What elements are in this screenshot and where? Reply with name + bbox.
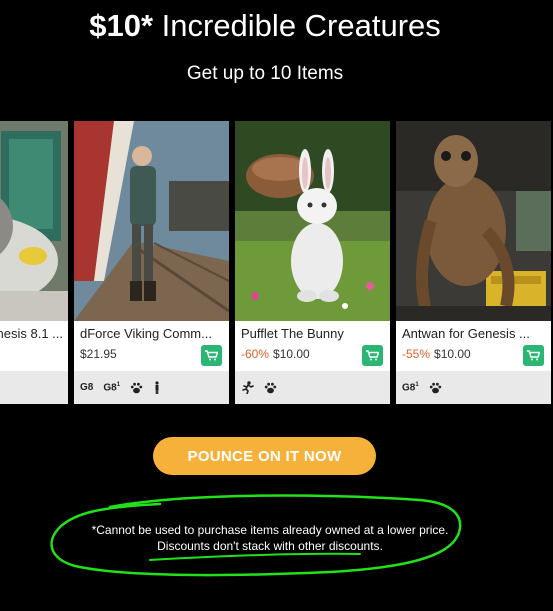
product-thumbnail[interactable] [396, 121, 551, 321]
paw-icon [429, 382, 441, 393]
product-price: $21.95 [80, 347, 117, 361]
product-carousel: ...Genesis 8.1 ... dForce Viking Comm... [0, 121, 553, 404]
product-thumbnail[interactable] [235, 121, 390, 321]
promo-price: $10* [89, 8, 154, 43]
product-tags: G81 [396, 371, 551, 404]
promo-title: Incredible Creatures [161, 8, 441, 43]
promo-headline: $10* Incredible Creatures [0, 8, 530, 44]
paw-icon [264, 382, 277, 393]
product-card[interactable]: ...Genesis 8.1 ... [0, 121, 68, 404]
add-to-cart-button[interactable] [362, 345, 383, 366]
product-thumbnail[interactable] [0, 121, 68, 321]
product-title[interactable]: dForce Viking Comm... [80, 326, 226, 341]
cart-icon [205, 350, 218, 361]
price-value: $10.00 [434, 347, 471, 361]
product-title[interactable]: Pufflet The Bunny [241, 326, 387, 341]
discount-badge: -55% [402, 347, 431, 361]
product-price: -60% $10.00 [241, 347, 310, 361]
paw-icon [130, 382, 143, 393]
product-price: -55% $10.00 [402, 347, 471, 361]
add-to-cart-button[interactable] [201, 345, 222, 366]
product-tags: G8 G81 [74, 371, 229, 404]
price-value: $21.95 [80, 347, 117, 361]
product-card[interactable]: dForce Viking Comm... $21.95 G8 G81 [74, 121, 229, 404]
promo-subtitle: Get up to 10 Items [186, 63, 344, 84]
disclaimer-line-1: *Cannot be used to purchase items alread… [91, 523, 449, 537]
cart-icon [366, 350, 379, 361]
running-figure-icon [242, 381, 254, 394]
product-thumbnail[interactable] [74, 121, 229, 321]
disclaimer-text: *Cannot be used to purchase items alread… [60, 522, 480, 554]
genesis8-tag: G8 [80, 382, 94, 393]
discount-badge: -60% [241, 347, 270, 361]
product-tags [235, 371, 390, 404]
pounce-cta-button[interactable]: POUNCE ON IT NOW [153, 437, 376, 475]
figure-icon [155, 381, 159, 394]
product-tags [0, 371, 68, 404]
genesis81-tag: G81 [402, 381, 419, 394]
disclaimer-line-2: Discounts don't stack with other discoun… [157, 539, 383, 553]
genesis81-tag: G81 [103, 381, 121, 394]
product-title[interactable]: ...Genesis 8.1 ... [0, 326, 63, 341]
product-card[interactable]: Pufflet The Bunny -60% $10.00 [235, 121, 390, 404]
product-card[interactable]: Antwan for Genesis ... -55% $10.00 G81 [396, 121, 551, 404]
product-title[interactable]: Antwan for Genesis ... [402, 326, 548, 341]
cart-icon [527, 350, 540, 361]
add-to-cart-button[interactable] [523, 345, 544, 366]
price-value: $10.00 [273, 347, 310, 361]
